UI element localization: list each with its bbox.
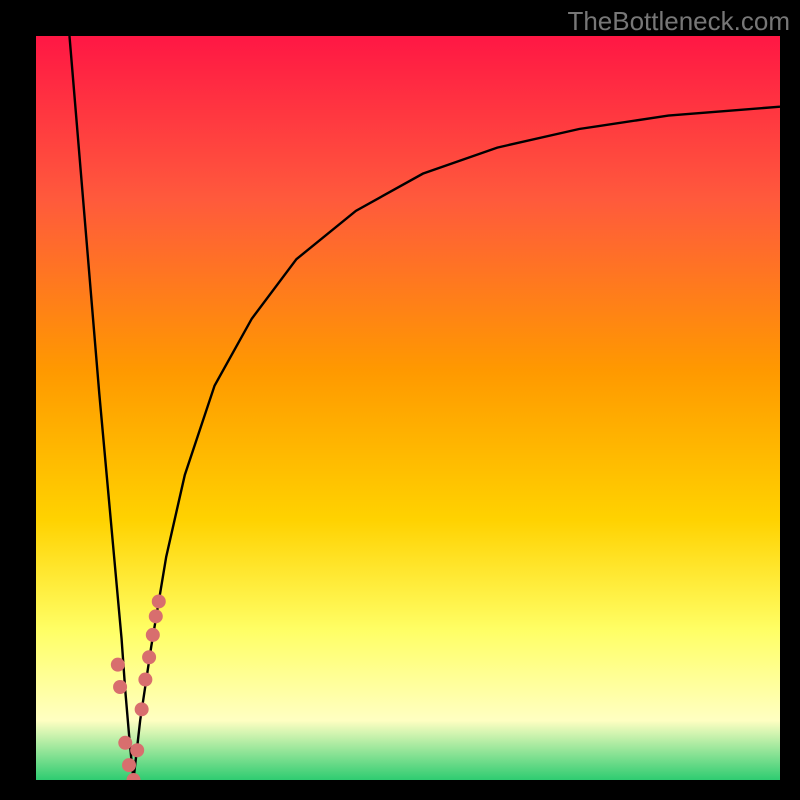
data-point <box>130 743 144 757</box>
data-point <box>152 594 166 608</box>
data-point <box>142 650 156 664</box>
watermark-text: TheBottleneck.com <box>567 6 790 37</box>
data-point <box>113 680 127 694</box>
data-point <box>138 673 152 687</box>
data-point <box>149 609 163 623</box>
data-point <box>122 758 136 772</box>
data-point <box>118 736 132 750</box>
data-point <box>126 773 140 787</box>
chart-svg <box>0 0 800 800</box>
data-point <box>146 628 160 642</box>
data-point <box>135 702 149 716</box>
data-point <box>111 658 125 672</box>
